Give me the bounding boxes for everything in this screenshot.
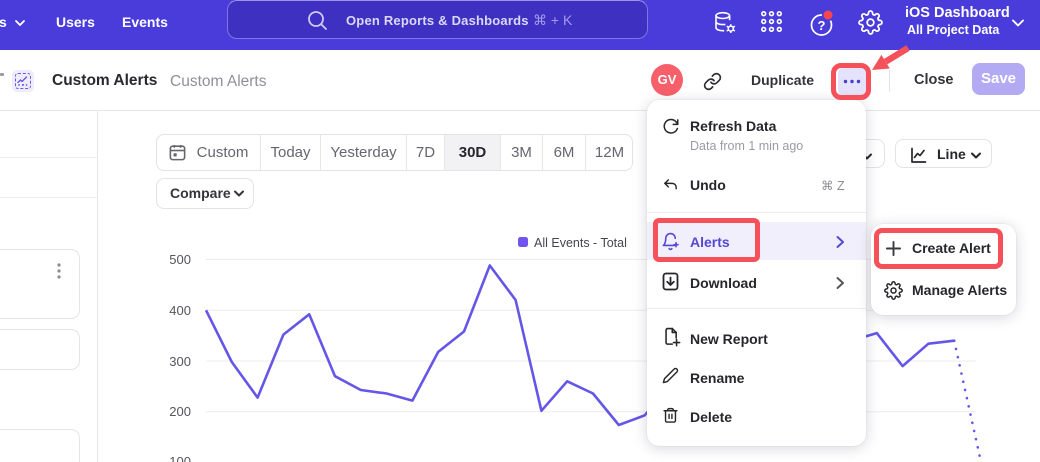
svg-text:?: ? — [818, 18, 826, 33]
svg-text:200: 200 — [169, 404, 191, 419]
svg-text:500: 500 — [169, 252, 191, 267]
svg-text:400: 400 — [169, 303, 191, 318]
svg-text:300: 300 — [169, 354, 191, 369]
svg-text:100: 100 — [169, 454, 191, 462]
